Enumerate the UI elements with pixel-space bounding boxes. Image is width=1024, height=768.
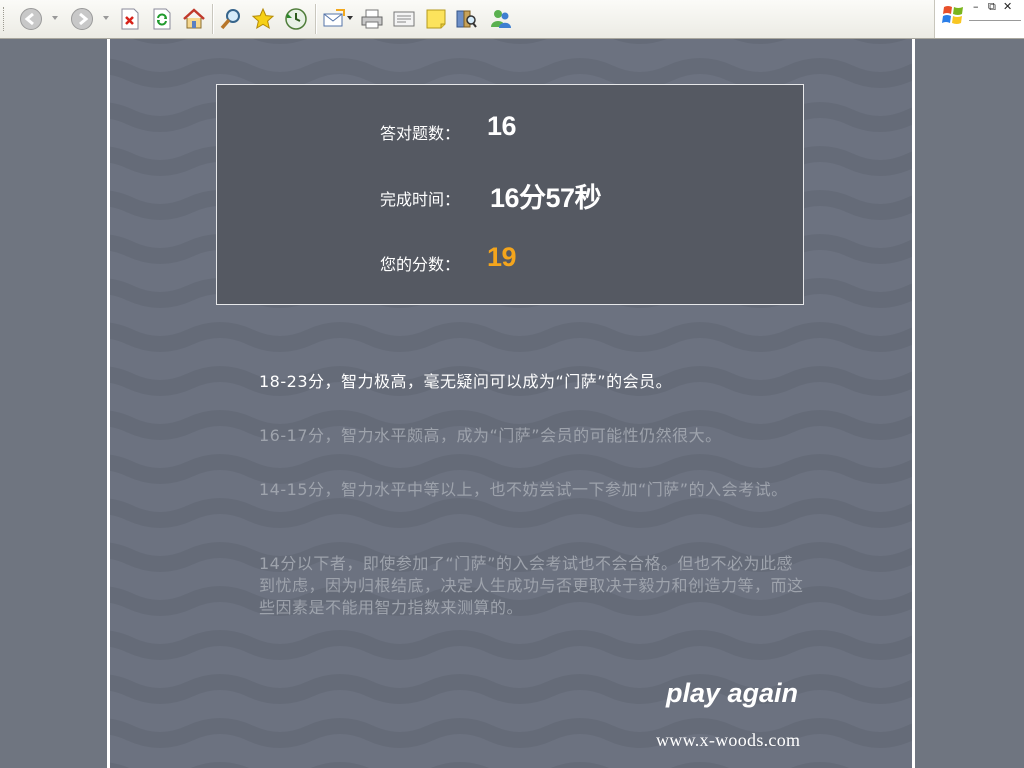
completion-time-label: 完成时间： [380,190,461,209]
toolbar-separator [212,4,214,34]
minimize-button[interactable]: – [973,1,979,12]
mail-icon[interactable] [321,6,347,32]
favorites-icon[interactable] [250,6,276,32]
back-icon[interactable] [18,6,44,32]
wave-stroke [110,454,912,484]
refresh-icon[interactable] [149,6,175,32]
wave-stroke [110,322,912,352]
print-icon[interactable] [359,6,385,32]
ie-toolbar: – ⧉ ✕ [0,0,1024,39]
wave-stroke [110,630,912,660]
wave-stroke [110,498,912,528]
close-button[interactable]: ✕ [1003,1,1012,12]
correct-count-label: 答对题数： [380,124,461,143]
tier-description: 16-17分，智力水平颇高，成为“门萨”会员的可能性仍然很大。 [259,426,722,445]
research-icon[interactable] [453,6,479,32]
tier-description: 18-23分，智力极高，毫无疑问可以成为“门萨”的会员。 [259,372,673,391]
edit-icon[interactable] [391,6,417,32]
toolbar-grip[interactable] [3,7,7,31]
play-again-button[interactable]: play again [666,678,798,709]
score-label: 您的分数： [380,255,461,274]
throbber-line [969,20,1021,23]
completion-time-value: 16分57秒 [490,183,602,213]
wave-stroke [110,58,912,88]
toolbar-separator [315,4,317,34]
mail-dropdown-icon[interactable] [347,15,353,21]
forward-icon[interactable] [69,6,95,32]
messenger-icon[interactable] [488,6,514,32]
history-icon[interactable] [283,6,309,32]
window-controls: – ⧉ ✕ [934,0,1024,38]
tier-description: 14-15分，智力水平中等以上，也不妨尝试一下参加“门萨”的入会考试。 [259,480,788,499]
score-value: 19 [487,242,517,272]
home-icon[interactable] [181,6,207,32]
stop-icon[interactable] [117,6,143,32]
restore-button[interactable]: ⧉ [988,1,996,12]
forward-dropdown-icon[interactable] [103,15,109,21]
correct-count-value: 16 [487,111,517,141]
site-url-link[interactable]: www.x-woods.com [656,730,800,751]
discuss-icon[interactable] [423,6,449,32]
tier-description: 14分以下者，即使参加了“门萨”的入会考试也不会合格。但也不必为此感到忧虑，因为… [259,554,804,617]
back-dropdown-icon[interactable] [52,15,58,21]
search-icon[interactable] [218,6,244,32]
windows-logo-icon [942,6,963,24]
